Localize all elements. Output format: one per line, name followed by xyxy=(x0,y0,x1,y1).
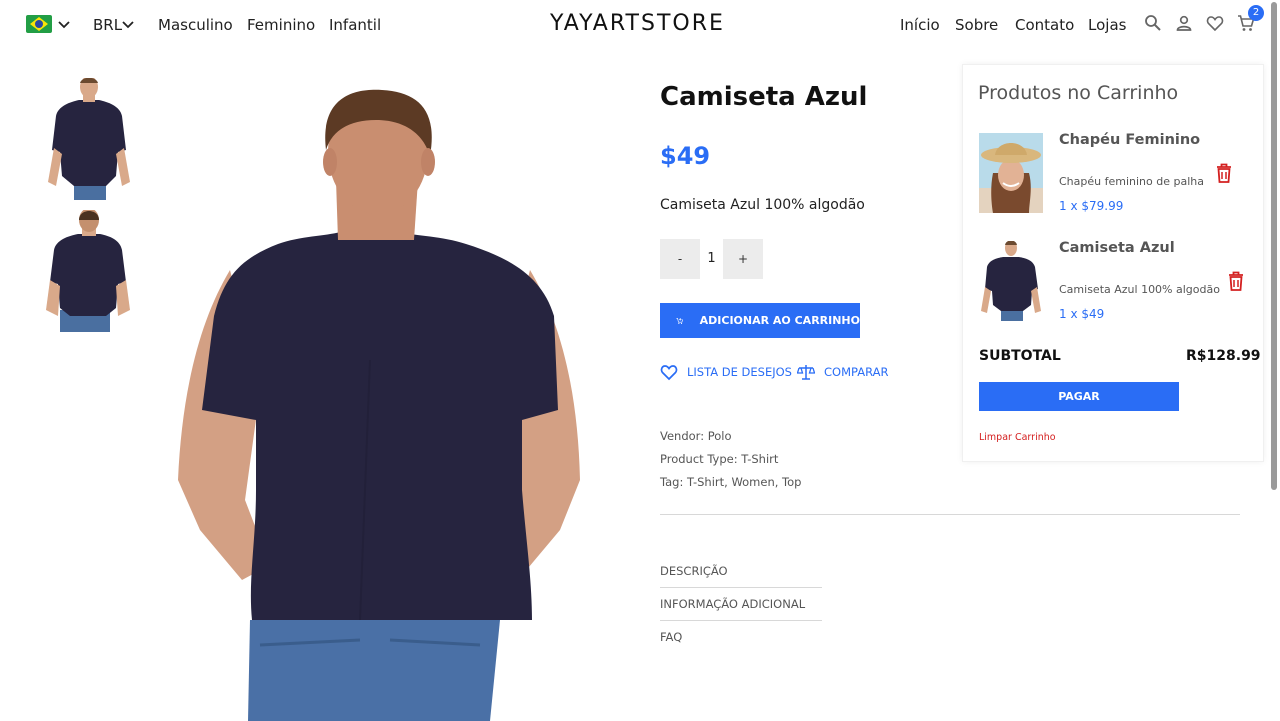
search-icon[interactable] xyxy=(1144,14,1162,32)
cart-item-image[interactable] xyxy=(979,133,1043,213)
quantity-input[interactable]: 1 xyxy=(700,239,723,279)
subtotal-value: R$128.99 xyxy=(1186,348,1261,364)
nav-link-contato[interactable]: Contato xyxy=(1015,16,1074,34)
product-thumbnail-front[interactable] xyxy=(44,78,134,200)
cart-count-badge: 2 xyxy=(1248,5,1264,21)
clear-cart-link[interactable]: Limpar Carrinho xyxy=(979,432,1056,443)
nav-link-inicio[interactable]: Início xyxy=(900,16,940,34)
cart-item-description: Camiseta Azul 100% algodão xyxy=(1059,283,1220,296)
meta-value[interactable]: Polo xyxy=(708,429,732,443)
nav-link-infantil[interactable]: Infantil xyxy=(329,16,381,34)
wishlist-label: LISTA DE DESEJOS xyxy=(687,365,792,379)
brazil-flag-icon[interactable] xyxy=(26,15,52,33)
wishlist-link[interactable]: LISTA DE DESEJOS xyxy=(660,363,792,381)
site-header: BRL Masculino Feminino Infantil YAYARTST… xyxy=(0,0,1280,50)
product-thumbnail-back[interactable] xyxy=(44,210,134,332)
trash-icon[interactable] xyxy=(1216,163,1232,183)
chevron-down-icon[interactable] xyxy=(57,17,71,31)
section-divider xyxy=(660,514,1240,515)
compare-label: COMPARAR xyxy=(824,365,889,379)
site-logo[interactable]: YAYARTSTORE xyxy=(550,11,725,36)
tab-divider xyxy=(660,587,822,588)
subtotal-label: SUBTOTAL xyxy=(979,348,1061,364)
currency-selector[interactable]: BRL xyxy=(93,16,122,34)
compare-link[interactable]: COMPARAR xyxy=(797,363,888,381)
checkout-button[interactable]: PAGAR xyxy=(979,382,1179,411)
nav-link-masculino[interactable]: Masculino xyxy=(158,16,233,34)
chevron-down-icon[interactable] xyxy=(121,17,135,31)
add-cart-icon xyxy=(676,317,683,324)
cart-item-qty-price: 1 x $79.99 xyxy=(1059,199,1124,213)
page-scrollbar[interactable] xyxy=(1270,0,1278,721)
cart-heading: Produtos no Carrinho xyxy=(978,82,1179,104)
tag-meta: Tag: T-Shirt, Women, Top xyxy=(660,475,801,489)
user-icon[interactable] xyxy=(1175,14,1193,32)
product-price: $49 xyxy=(660,142,711,170)
nav-link-sobre[interactable]: Sobre xyxy=(955,16,998,34)
meta-label: Vendor: xyxy=(660,429,705,443)
product-type-meta: Product Type: T-Shirt xyxy=(660,452,778,466)
cart-item-name[interactable]: Chapéu Feminino xyxy=(1059,132,1200,148)
meta-label: Tag: xyxy=(660,475,684,489)
tab-faq[interactable]: FAQ xyxy=(660,630,682,644)
quantity-decrease-button[interactable]: - xyxy=(660,239,700,279)
scale-icon xyxy=(797,365,815,380)
add-to-cart-button[interactable]: ADICIONAR AO CARRINHO xyxy=(660,303,860,338)
trash-icon[interactable] xyxy=(1228,271,1244,291)
heart-icon xyxy=(660,365,678,381)
product-description: Camiseta Azul 100% algodão xyxy=(660,197,865,213)
tab-informacao-adicional[interactable]: INFORMAÇÃO ADICIONAL xyxy=(660,597,805,611)
meta-value[interactable]: T-Shirt xyxy=(741,452,778,466)
add-to-cart-label: ADICIONAR AO CARRINHO xyxy=(699,314,860,327)
meta-value[interactable]: T-Shirt, Women, Top xyxy=(687,475,801,489)
product-main-image[interactable] xyxy=(160,60,600,721)
cart-item-description: Chapéu feminino de palha xyxy=(1059,175,1204,188)
heart-icon[interactable] xyxy=(1206,14,1224,32)
nav-link-feminino[interactable]: Feminino xyxy=(247,16,315,34)
tab-descricao[interactable]: DESCRIÇÃO xyxy=(660,564,728,578)
scrollbar-thumb[interactable] xyxy=(1271,2,1277,490)
cart-item-name[interactable]: Camiseta Azul xyxy=(1059,240,1175,256)
nav-link-lojas[interactable]: Lojas xyxy=(1088,16,1126,34)
cart-item-qty-price: 1 x $49 xyxy=(1059,307,1105,321)
quantity-increase-button[interactable]: + xyxy=(723,239,763,279)
meta-label: Product Type: xyxy=(660,452,738,466)
tab-divider xyxy=(660,620,822,621)
vendor-meta: Vendor: Polo xyxy=(660,429,732,443)
cart-item-image[interactable] xyxy=(979,241,1043,321)
product-title: Camiseta Azul xyxy=(660,82,868,112)
